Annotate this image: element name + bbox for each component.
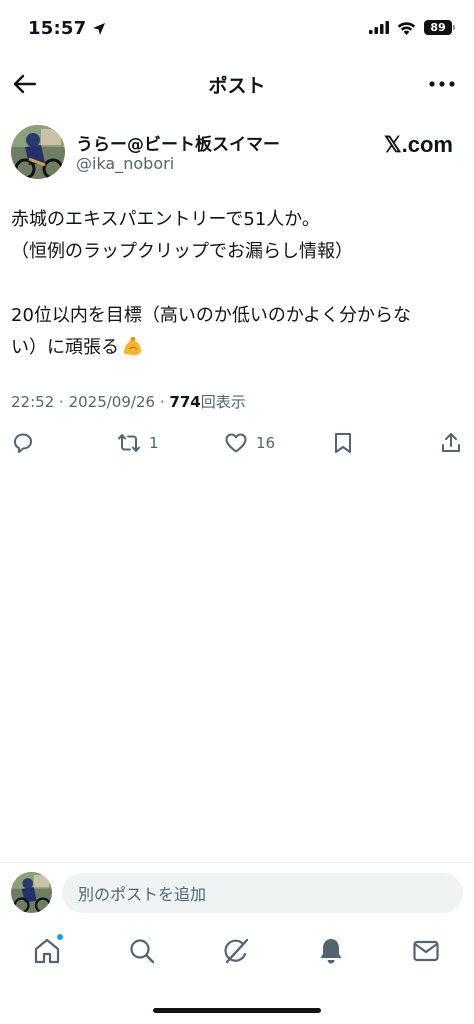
post-text: 赤城のエキスパエントリーで51人か。 （恒例のラップクリップでお漏らし情報） 2… (11, 204, 463, 364)
tab-grok[interactable] (221, 936, 251, 966)
status-time-text: 15:57 (28, 18, 87, 39)
reply-bar: 別のポストを追加 (0, 862, 474, 922)
author-row: うらー@ビート板スイマー @ika_nobori 𝕏.com (0, 122, 474, 184)
post-line (11, 268, 463, 300)
avatar[interactable] (11, 125, 65, 179)
battery-level: 89 (430, 21, 446, 34)
like-button[interactable]: 16 (224, 428, 275, 458)
repost-button[interactable]: 1 (117, 428, 159, 458)
status-bar: 15:57 89 (0, 0, 474, 58)
views-label: 回表示 (200, 393, 246, 411)
post-line: 赤城のエキスパエントリーで51人か。 (11, 209, 320, 230)
post-actions: 1 16 (0, 428, 474, 458)
location-arrow-icon (93, 22, 106, 35)
author-name[interactable]: うらー@ビート板スイマー (76, 130, 280, 155)
bookmark-button[interactable] (331, 428, 355, 458)
site-label: 𝕏.com (383, 132, 453, 157)
flexed-biceps-icon (124, 337, 141, 356)
search-icon (130, 939, 155, 964)
avatar-image (11, 125, 65, 179)
meta-separator: · (59, 393, 64, 411)
reply-input[interactable]: 別のポストを追加 (62, 873, 463, 913)
tab-home[interactable] (32, 933, 64, 966)
tab-notifications[interactable] (316, 936, 346, 966)
tab-bar (0, 922, 474, 984)
status-indicators: 89 (369, 20, 455, 35)
post-date: 2025/09/26 (68, 393, 156, 411)
like-count: 16 (256, 434, 276, 452)
home-indicator (153, 1008, 321, 1013)
wifi-icon (397, 21, 416, 35)
repost-count: 1 (149, 434, 159, 452)
repost-icon (118, 434, 140, 452)
cellular-signal-icon (369, 21, 389, 34)
battery-icon: 89 (424, 20, 455, 35)
reply-icon (14, 433, 32, 453)
unread-dot (56, 933, 64, 941)
more-options-button[interactable] (428, 71, 456, 97)
post-line: 20位以内を目標（高いのか低いのかよく分からな (11, 305, 412, 326)
author-handle[interactable]: @ika_nobori (76, 154, 174, 173)
post-line: （恒例のラップクリップでお漏らし情報） (11, 241, 353, 262)
post-meta: 22:52 · 2025/09/26 · 774回表示 (11, 391, 246, 412)
grok-icon (224, 938, 249, 964)
reply-button[interactable] (11, 428, 35, 458)
more-dots-icon (429, 81, 455, 87)
meta-separator: · (159, 393, 165, 411)
views-count: 774 (169, 393, 201, 411)
avatar[interactable] (11, 872, 52, 913)
messages-icon (413, 940, 439, 962)
notifications-icon (320, 939, 342, 964)
avatar-image (11, 872, 52, 913)
heart-icon (225, 433, 247, 453)
post-time: 22:52 (11, 393, 55, 411)
page-title: ポスト (208, 75, 266, 97)
status-time: 15:57 (28, 18, 106, 39)
post-line-last: い）に頑張る (11, 332, 463, 364)
share-button[interactable] (439, 428, 463, 458)
post-line: い）に頑張る (11, 337, 119, 358)
bookmark-icon (335, 433, 351, 453)
tab-search[interactable] (127, 936, 157, 966)
nav-header: ポスト (0, 58, 474, 110)
share-icon (442, 433, 460, 452)
tab-messages[interactable] (411, 936, 441, 966)
